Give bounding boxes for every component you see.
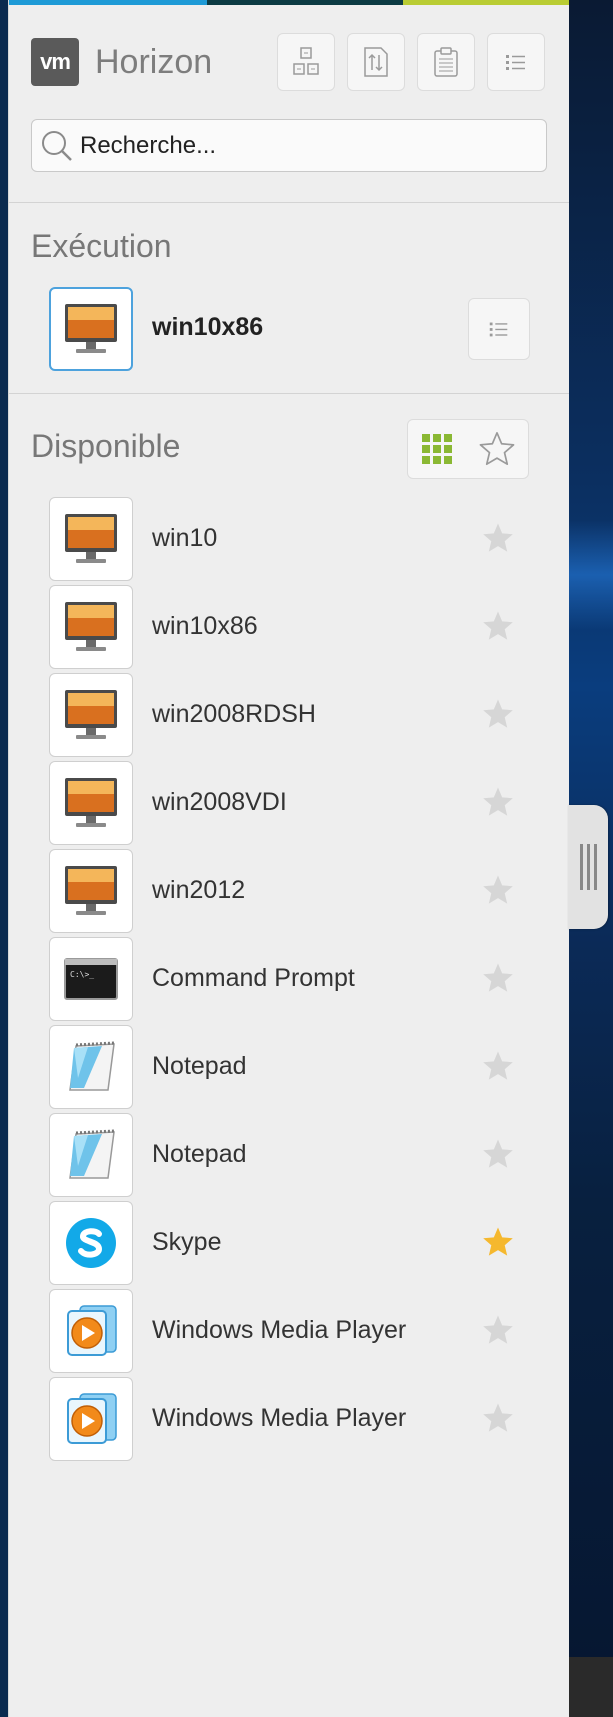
brand-color-bar xyxy=(9,0,569,9)
running-item-label: win10x86 xyxy=(152,313,264,341)
section-divider xyxy=(9,393,569,394)
search-icon xyxy=(42,130,72,161)
favorite-star-icon[interactable] xyxy=(481,961,515,995)
desktop-icon xyxy=(65,602,117,651)
favorite-star-icon[interactable] xyxy=(481,697,515,731)
brand-bar-dark xyxy=(207,0,403,5)
app-label[interactable]: Notepad xyxy=(152,1052,247,1081)
favorite-star-icon[interactable] xyxy=(481,609,515,643)
clipboard-button[interactable] xyxy=(417,33,475,91)
clipboard-icon xyxy=(434,47,458,77)
media-player-icon xyxy=(67,1305,117,1356)
desktop-icon xyxy=(65,514,117,563)
app-tile[interactable]: C:\>_ xyxy=(49,937,133,1021)
search-input[interactable] xyxy=(80,131,520,160)
vmware-logo: vm xyxy=(31,38,79,86)
search-box[interactable] xyxy=(31,119,547,172)
available-section-title: Disponible xyxy=(31,428,181,464)
app-label[interactable]: Windows Media Player xyxy=(152,1316,406,1345)
brand-bar-blue xyxy=(9,0,207,5)
notepad-icon xyxy=(69,1129,115,1179)
grip-line xyxy=(579,844,583,890)
grip-line xyxy=(586,844,590,890)
app-label[interactable]: win10x86 xyxy=(152,612,258,641)
windows-grid-icon xyxy=(293,47,319,75)
app-label[interactable]: win2008VDI xyxy=(152,788,287,817)
app-label[interactable]: Windows Media Player xyxy=(152,1404,406,1433)
view-toggle xyxy=(407,419,529,479)
app-label[interactable]: Notepad xyxy=(152,1140,247,1169)
grid-view-icon[interactable] xyxy=(420,432,454,466)
favorite-star-icon[interactable] xyxy=(481,1137,515,1171)
transfer-button[interactable] xyxy=(347,33,405,91)
taskbar xyxy=(568,1657,613,1717)
app-tile[interactable] xyxy=(49,497,133,581)
running-item-win10x86[interactable] xyxy=(49,287,133,371)
skype-icon xyxy=(66,1218,116,1268)
app-tile[interactable] xyxy=(49,673,133,757)
app-tile[interactable] xyxy=(49,1289,133,1373)
favorite-star-icon[interactable] xyxy=(481,785,515,819)
remote-desktop-button[interactable] xyxy=(277,33,335,91)
desktop-light-streak xyxy=(568,520,613,630)
app-label[interactable]: Command Prompt xyxy=(152,964,355,993)
app-title: Horizon xyxy=(95,43,213,81)
app-label[interactable]: win2012 xyxy=(152,876,245,905)
file-transfer-icon xyxy=(364,47,388,77)
media-player-icon xyxy=(67,1393,117,1444)
app-tile[interactable] xyxy=(49,1113,133,1197)
list-menu-icon xyxy=(506,55,525,70)
menu-button[interactable] xyxy=(487,33,545,91)
favorite-star-icon-active[interactable] xyxy=(481,1225,515,1259)
running-section-title: Exécution xyxy=(31,228,172,264)
desktop-icon xyxy=(65,866,117,915)
svg-text:C:\>_: C:\>_ xyxy=(70,970,94,979)
sidebar-collapse-handle[interactable] xyxy=(568,805,608,929)
command-prompt-icon: C:\>_ xyxy=(64,958,118,1000)
grip-line xyxy=(593,844,597,890)
favorite-star-icon[interactable] xyxy=(481,873,515,907)
app-tile[interactable] xyxy=(49,849,133,933)
favorite-star-icon[interactable] xyxy=(481,521,515,555)
app-label[interactable]: win2008RDSH xyxy=(152,700,316,729)
desktop-icon xyxy=(65,778,117,827)
app-label[interactable]: win10 xyxy=(152,524,217,553)
favorite-star-icon[interactable] xyxy=(481,1049,515,1083)
favorites-view-star-icon[interactable] xyxy=(478,430,516,468)
desktop-icon xyxy=(65,690,117,739)
app-tile[interactable] xyxy=(49,1201,133,1285)
running-item-menu-button[interactable] xyxy=(468,298,530,360)
horizon-sidebar: vm Horizon Recherche... Exécution win10x… xyxy=(8,0,569,1717)
list-menu-icon xyxy=(489,322,508,337)
brand-bar-green xyxy=(403,0,569,5)
app-tile[interactable] xyxy=(49,1377,133,1461)
app-tile[interactable] xyxy=(49,1025,133,1109)
favorite-star-icon[interactable] xyxy=(481,1401,515,1435)
desktop-icon xyxy=(65,304,117,353)
app-label[interactable]: Skype xyxy=(152,1228,221,1257)
notepad-icon xyxy=(69,1041,115,1091)
app-tile[interactable] xyxy=(49,761,133,845)
app-tile[interactable] xyxy=(49,585,133,669)
favorite-star-icon[interactable] xyxy=(481,1313,515,1347)
section-divider xyxy=(9,202,569,203)
